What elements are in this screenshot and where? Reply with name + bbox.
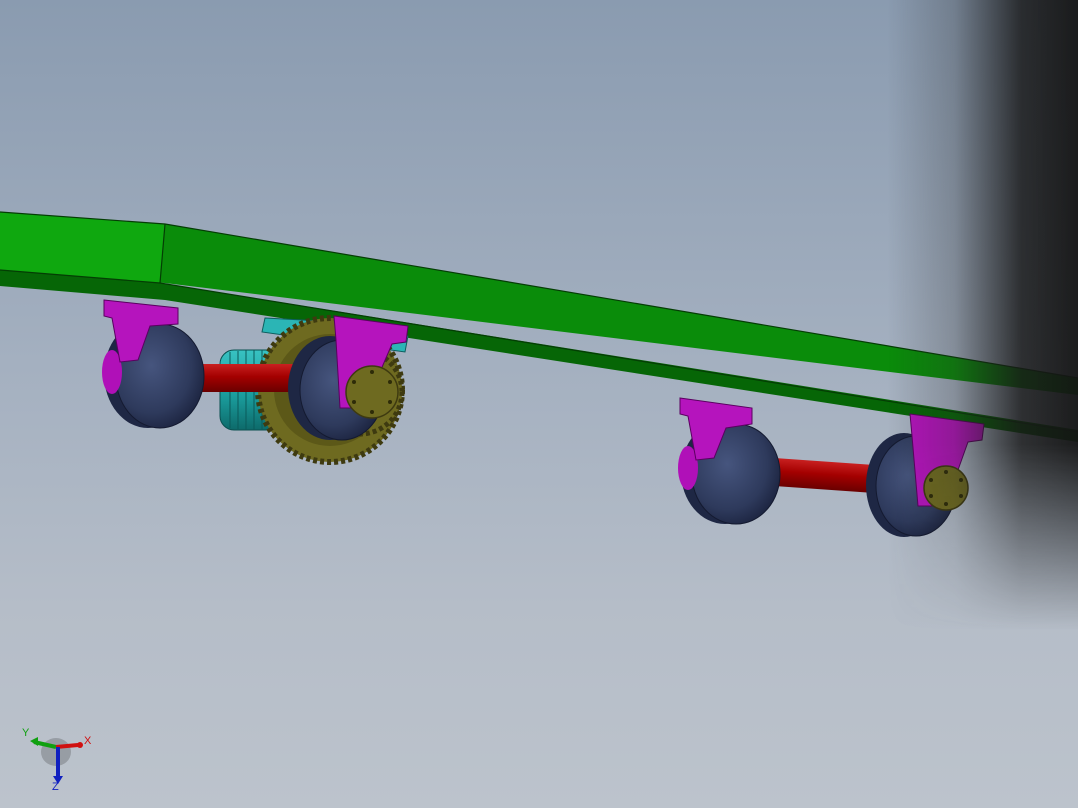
triad-z-label: Z (52, 781, 59, 792)
viewport-shadow (888, 0, 1078, 808)
front-axle-assembly[interactable] (102, 299, 409, 465)
coordinate-triad[interactable]: Y X Z (18, 722, 98, 792)
triad-x-label: X (84, 735, 92, 747)
triad-y-arrow-icon (30, 737, 38, 746)
triad-x-axis-icon (55, 743, 79, 749)
cad-viewport[interactable]: Y X Z (0, 0, 1078, 808)
triad-y-label: Y (22, 727, 30, 739)
triad-x-tip-icon (77, 742, 83, 748)
